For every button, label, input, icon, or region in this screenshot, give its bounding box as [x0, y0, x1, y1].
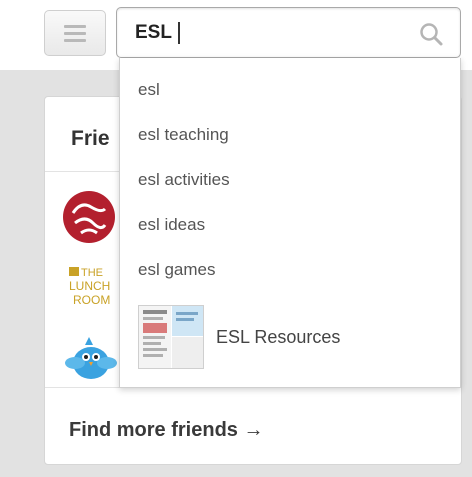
text-caret	[177, 22, 180, 44]
search-suggestions-dropdown: esl esl teaching esl activities esl idea…	[119, 58, 461, 388]
find-more-friends-link[interactable]: Find more friends →	[69, 419, 263, 442]
search-box[interactable]: ESL	[116, 7, 461, 58]
svg-text:ROOM: ROOM	[73, 293, 110, 307]
hamburger-icon-bar	[64, 31, 86, 35]
lunch-room-logo-text: THE	[81, 267, 103, 279]
friends-card-title: Frie	[71, 127, 110, 150]
pinterest-search-screen: Frie THE LUNCH ROOM Find more friends → …	[0, 0, 472, 477]
suggestion-item[interactable]: esl games	[138, 260, 215, 280]
friend-avatar-blue-bird[interactable]	[59, 329, 119, 389]
suggestion-item[interactable]: esl	[138, 80, 160, 100]
search-input-value: ESL	[135, 22, 172, 43]
board-thumbnail	[138, 305, 204, 369]
hamburger-icon-bar	[64, 38, 86, 42]
search-icon[interactable]	[418, 21, 444, 47]
board-suggestion-esl-resources[interactable]: ESL Resources	[138, 302, 448, 372]
board-suggestion-label: ESL Resources	[216, 326, 341, 347]
suggestion-item[interactable]: esl teaching	[138, 125, 229, 145]
suggestion-item[interactable]: esl ideas	[138, 215, 205, 235]
svg-text:LUNCH: LUNCH	[69, 279, 110, 293]
search-input[interactable]: ESL	[135, 18, 405, 48]
hamburger-icon	[64, 24, 86, 28]
friend-avatar-red-logo[interactable]	[59, 187, 119, 247]
friend-avatar-lunch-room[interactable]: THE LUNCH ROOM	[59, 257, 119, 317]
menu-button[interactable]	[44, 10, 106, 56]
suggestion-item[interactable]: esl activities	[138, 170, 230, 190]
